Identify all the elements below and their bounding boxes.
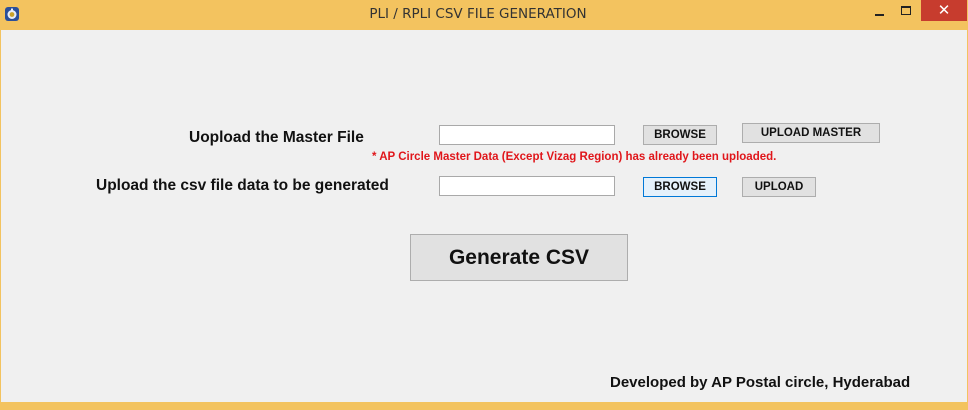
master-upload-note: * AP Circle Master Data (Except Vizag Re…	[372, 151, 777, 163]
master-browse-button[interactable]: BROWSE	[643, 125, 717, 145]
minimize-icon	[874, 13, 884, 16]
maximize-icon	[901, 6, 911, 15]
close-icon: ✕	[937, 1, 951, 19]
developer-credit: Developed by AP Postal circle, Hyderabad	[610, 374, 911, 391]
title-bar[interactable]: PLI / RPLI CSV FILE GENERATION ✕	[0, 0, 968, 30]
minimize-button[interactable]	[866, 0, 892, 21]
form-area: Uopload the Master File BROWSE UPLOAD MA…	[1, 30, 967, 402]
close-button[interactable]: ✕	[921, 0, 967, 21]
upload-csv-button[interactable]: UPLOAD	[742, 177, 816, 197]
csv-browse-button[interactable]: BROWSE	[643, 177, 717, 197]
maximize-button[interactable]	[893, 0, 919, 21]
csv-file-input[interactable]	[439, 176, 615, 196]
generate-csv-button[interactable]: Generate CSV	[410, 234, 628, 281]
upload-master-button[interactable]: UPLOAD MASTER	[742, 123, 880, 143]
master-file-input[interactable]	[439, 125, 615, 145]
csv-file-label: Upload the csv file data to be generated	[96, 177, 389, 194]
master-file-label: Uopload the Master File	[189, 129, 364, 146]
window-title: PLI / RPLI CSV FILE GENERATION	[369, 6, 587, 22]
app-window: PLI / RPLI CSV FILE GENERATION ✕ Uopload…	[0, 0, 968, 410]
